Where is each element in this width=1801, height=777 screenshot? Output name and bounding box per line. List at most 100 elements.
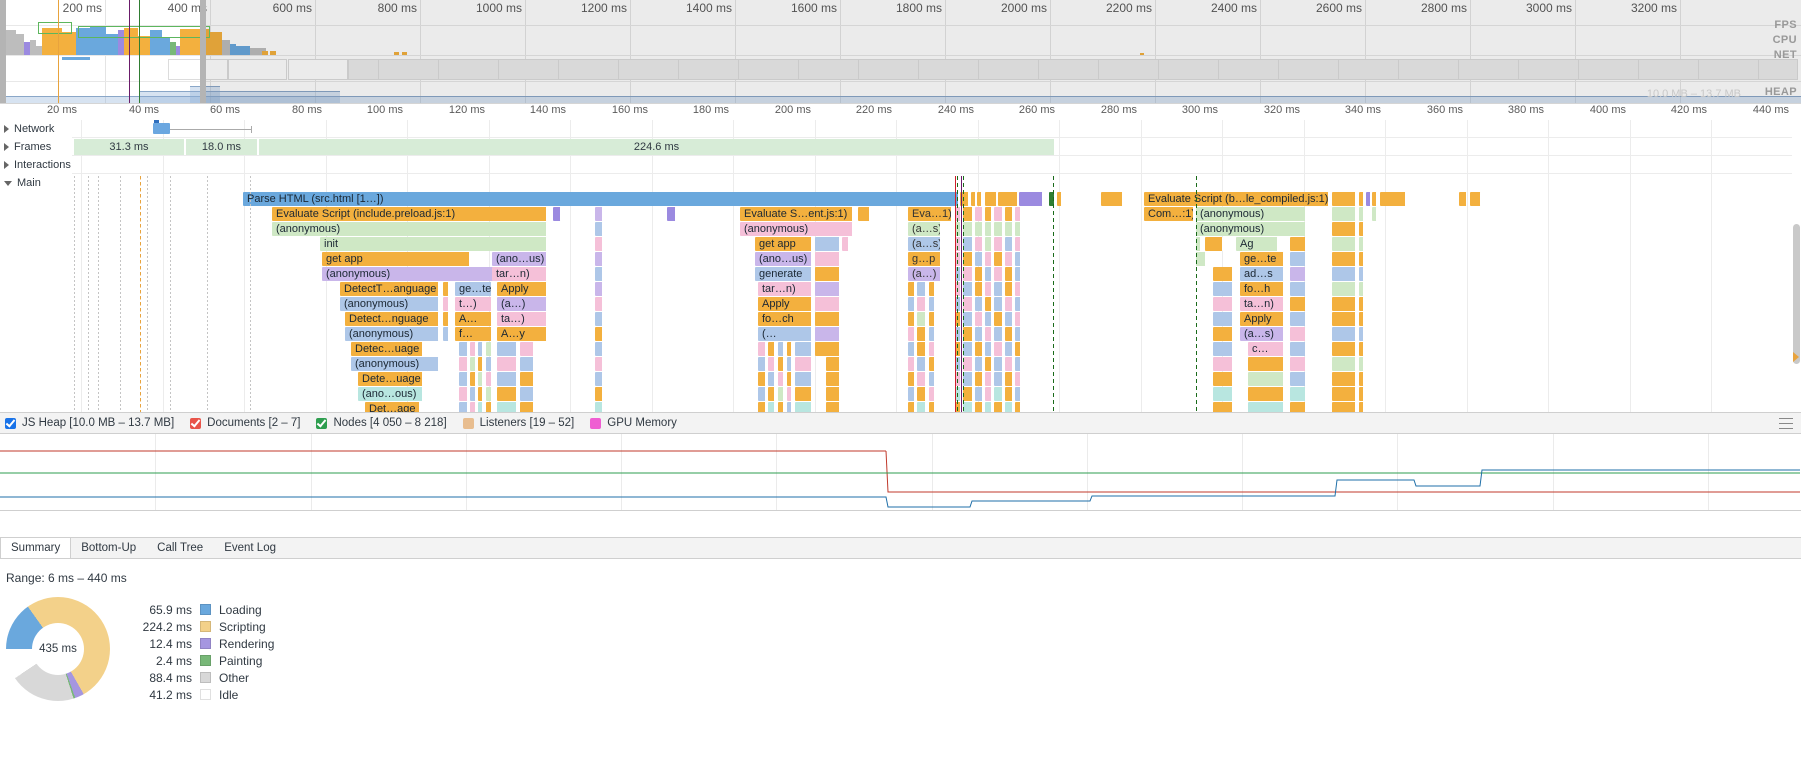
- flame-bar-labeled[interactable]: ge…te: [1240, 252, 1284, 266]
- details-tabbar[interactable]: Summary Bottom-Up Call Tree Event Log: [0, 537, 1801, 559]
- flame-bar-labeled[interactable]: (a…s): [1240, 327, 1284, 341]
- flame-bar[interactable]: [470, 387, 476, 401]
- flame-bar[interactable]: [459, 342, 468, 356]
- flame-bar-labeled[interactable]: [1332, 222, 1356, 236]
- flame-bar[interactable]: [1248, 372, 1284, 386]
- checkbox-unchecked-icon[interactable]: [590, 417, 602, 429]
- flame-bar[interactable]: [1359, 387, 1364, 401]
- flame-bar[interactable]: [1248, 402, 1284, 412]
- flame-bar-labeled[interactable]: (ano…us): [755, 252, 812, 266]
- flame-bar[interactable]: [1359, 267, 1364, 281]
- flame-bar[interactable]: [1005, 372, 1013, 386]
- memory-menu-icon[interactable]: [1779, 418, 1793, 430]
- flame-bar[interactable]: [443, 312, 449, 326]
- flame-bar-labeled[interactable]: (anonymous): [1196, 222, 1306, 236]
- flame-bar[interactable]: [985, 312, 992, 326]
- flame-bar[interactable]: [929, 372, 935, 386]
- flame-bar[interactable]: [975, 342, 983, 356]
- tab-call-tree[interactable]: Call Tree: [147, 538, 214, 558]
- flame-bar[interactable]: [497, 342, 517, 356]
- flame-bar[interactable]: [1015, 222, 1021, 236]
- flame-bar[interactable]: [1213, 312, 1233, 326]
- flame-bar-labeled[interactable]: DetectT…anguage: [340, 282, 439, 296]
- flame-bar[interactable]: [1359, 237, 1364, 251]
- flame-bar-labeled[interactable]: Eva…1): [908, 207, 952, 221]
- flame-bar[interactable]: [917, 282, 926, 296]
- flame-bar[interactable]: [778, 372, 784, 386]
- flame-bar[interactable]: [1290, 372, 1306, 386]
- flame-bar-labeled[interactable]: [815, 252, 840, 266]
- flame-bar[interactable]: [963, 207, 973, 221]
- flame-bar[interactable]: [497, 372, 517, 386]
- flame-bar[interactable]: [1005, 402, 1013, 412]
- flame-bar-labeled[interactable]: (anonymous): [345, 327, 439, 341]
- flame-bar-labeled[interactable]: Apply: [758, 297, 812, 311]
- flame-bar[interactable]: [758, 357, 766, 371]
- track-main-header[interactable]: Main: [0, 174, 72, 192]
- flame-bar[interactable]: [595, 312, 603, 326]
- flame-bar[interactable]: [929, 297, 935, 311]
- flame-bar-labeled[interactable]: ge…te: [455, 282, 492, 296]
- flame-bar[interactable]: [1290, 387, 1306, 401]
- flame-bar[interactable]: [994, 297, 1003, 311]
- flame-bar[interactable]: [1380, 192, 1406, 206]
- flame-bar[interactable]: [963, 402, 973, 412]
- flame-bar[interactable]: [470, 342, 476, 356]
- flame-bar[interactable]: [1019, 192, 1043, 206]
- flame-bar[interactable]: [975, 372, 983, 386]
- flame-bar[interactable]: [917, 327, 926, 341]
- flame-bar[interactable]: [443, 327, 449, 341]
- flame-bar-labeled[interactable]: [1332, 267, 1356, 281]
- flame-bar[interactable]: [985, 222, 992, 236]
- flame-bar[interactable]: [917, 372, 926, 386]
- flame-bar[interactable]: [975, 207, 983, 221]
- flame-bar[interactable]: [975, 282, 983, 296]
- flame-bar[interactable]: [787, 387, 792, 401]
- flame-bar[interactable]: [1015, 357, 1021, 371]
- flame-bar[interactable]: [595, 327, 603, 341]
- tracks-vertical-scrollbar[interactable]: [1792, 120, 1801, 412]
- flame-bar[interactable]: [486, 402, 492, 412]
- checkbox-checked-icon[interactable]: [316, 417, 328, 429]
- flame-bar[interactable]: [778, 402, 784, 412]
- flame-bar[interactable]: [963, 372, 973, 386]
- flame-bar[interactable]: [1005, 357, 1013, 371]
- flame-bar[interactable]: [998, 192, 1018, 206]
- flame-bar[interactable]: [826, 357, 840, 371]
- flame-bar[interactable]: [1372, 192, 1377, 206]
- flame-bar[interactable]: [963, 342, 973, 356]
- flame-bar-labeled[interactable]: (anonymous): [1196, 207, 1306, 221]
- flame-bar-labeled[interactable]: [1332, 372, 1356, 386]
- flame-bar[interactable]: [908, 327, 915, 341]
- flame-bar[interactable]: [520, 342, 534, 356]
- flame-bar[interactable]: [908, 297, 915, 311]
- flame-bar[interactable]: [595, 342, 603, 356]
- flame-bar-labeled[interactable]: generate: [755, 267, 812, 281]
- flame-bar-labeled[interactable]: get app: [755, 237, 812, 251]
- flame-bar[interactable]: [1213, 327, 1233, 341]
- flame-bar[interactable]: [985, 387, 992, 401]
- flame-bar[interactable]: [1213, 267, 1233, 281]
- flame-bar[interactable]: [768, 387, 775, 401]
- track-interactions-header[interactable]: Interactions: [0, 156, 72, 174]
- flame-bar[interactable]: [1359, 357, 1364, 371]
- flame-bar[interactable]: [994, 267, 1003, 281]
- flame-bar[interactable]: [963, 312, 973, 326]
- flame-bar[interactable]: [486, 357, 492, 371]
- flame-bar-labeled[interactable]: c…: [1248, 342, 1284, 356]
- flame-bar[interactable]: [963, 387, 973, 401]
- flame-bar[interactable]: [929, 327, 935, 341]
- flame-bar-labeled[interactable]: Evaluate S…ent.js:1): [740, 207, 853, 221]
- checkbox-checked-icon[interactable]: [190, 417, 202, 429]
- flame-bar[interactable]: [977, 192, 982, 206]
- flame-bar-labeled[interactable]: Evaluate Script (include.preload.js:1): [272, 207, 547, 221]
- flame-bar-labeled[interactable]: [815, 327, 840, 341]
- expand-arrow-icon[interactable]: [4, 125, 9, 133]
- flame-bar[interactable]: [795, 342, 812, 356]
- flame-bar[interactable]: [595, 267, 603, 281]
- flame-bar[interactable]: [478, 342, 483, 356]
- flame-bar[interactable]: [1290, 282, 1306, 296]
- flame-bar[interactable]: [1015, 387, 1021, 401]
- flame-bar[interactable]: [826, 372, 840, 386]
- flame-bar[interactable]: [917, 297, 926, 311]
